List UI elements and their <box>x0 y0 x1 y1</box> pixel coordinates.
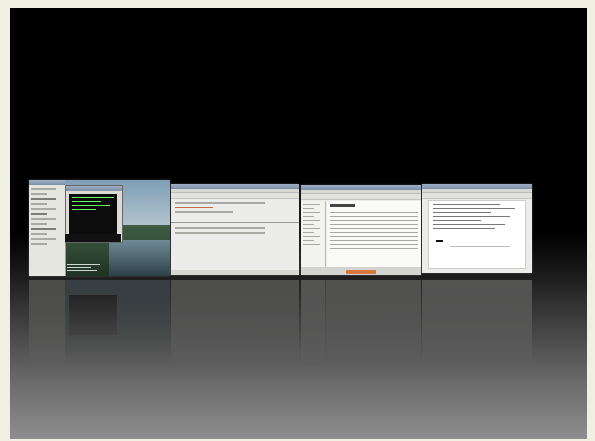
progress-bar <box>346 270 376 274</box>
document-word <box>436 240 443 242</box>
workspace-3-reflection <box>301 280 421 365</box>
workspace-1-reflection <box>29 280 170 365</box>
workspace-4-reflection <box>422 280 532 365</box>
sidebar <box>301 201 326 267</box>
workspace-4-thumbnail[interactable] <box>422 184 532 273</box>
workspace-2-reflection <box>171 280 299 365</box>
pane-divider <box>171 222 299 223</box>
folder-heading <box>330 204 355 207</box>
desktop-status-text <box>67 262 127 272</box>
file-list <box>327 201 421 267</box>
contact-list-window <box>29 180 66 276</box>
workspace-2-thumbnail[interactable] <box>171 184 299 275</box>
workspace-3-thumbnail[interactable] <box>301 185 421 275</box>
terminal-bottom-bar <box>65 234 121 242</box>
workspace-switcher-backdrop <box>10 8 587 439</box>
status-bar <box>171 270 299 275</box>
document-rule <box>450 246 510 247</box>
workspace-1-thumbnail[interactable] <box>29 180 170 276</box>
document-page <box>428 200 526 269</box>
terminal-window <box>69 194 117 238</box>
message-list <box>171 224 299 237</box>
